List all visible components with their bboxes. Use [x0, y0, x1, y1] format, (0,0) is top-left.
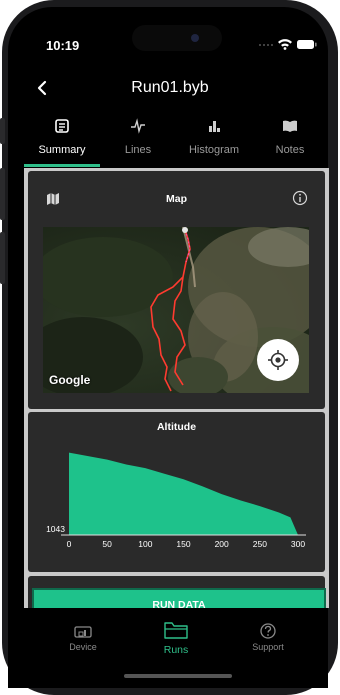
tab-lines-label: Lines: [124, 144, 152, 156]
folder-icon: [164, 622, 188, 639]
info-icon[interactable]: [292, 190, 308, 206]
wifi-icon: [278, 39, 292, 50]
x-tick-label: 200: [215, 539, 229, 549]
home-indicator: [124, 674, 232, 678]
y-tick-label: 1043: [46, 524, 65, 534]
altitude-card: Altitude 0 50 100 150 200 250 300 1043: [28, 412, 325, 572]
nav-device-label: Device: [69, 642, 97, 652]
help-icon: [260, 623, 276, 639]
tab-histogram[interactable]: Histogram: [178, 112, 250, 168]
tab-notes-label: Notes: [275, 144, 305, 156]
x-tick-label: 0: [67, 539, 72, 549]
tab-lines[interactable]: Lines: [102, 112, 174, 168]
device-icon: [74, 626, 92, 638]
volume-down-button: [0, 232, 5, 284]
x-tick-label: 250: [253, 539, 267, 549]
tab-histogram-label: Histogram: [188, 144, 240, 156]
crosshair-icon: [268, 350, 288, 370]
active-tab-indicator: [24, 164, 100, 167]
run-data-button[interactable]: RUN DATA: [32, 588, 326, 608]
status-icons: [258, 36, 318, 52]
tab-notes[interactable]: Notes: [254, 112, 326, 168]
book-icon: [283, 120, 297, 132]
volume-up-button: [0, 168, 5, 220]
dynamic-island: [132, 25, 222, 51]
nav-device[interactable]: Device: [53, 620, 113, 652]
map-card: Map Google: [28, 171, 325, 409]
nav-runs[interactable]: Runs: [146, 620, 206, 656]
nav-support-label: Support: [252, 642, 284, 652]
status-time: 10:19: [46, 38, 80, 53]
x-tick-label: 50: [102, 539, 112, 549]
locate-button[interactable]: [257, 339, 299, 381]
battery-icon: [297, 40, 317, 49]
x-tick-label: 150: [176, 539, 190, 549]
google-attribution: Google: [49, 373, 91, 387]
page-title: Run01.byb: [131, 79, 209, 96]
x-tick-label: 100: [138, 539, 152, 549]
tab-summary[interactable]: Summary: [26, 112, 98, 168]
nav-support[interactable]: Support: [238, 620, 298, 652]
mute-switch: [0, 118, 5, 144]
tab-bar: Summary Lines Histogram Notes: [24, 112, 324, 168]
x-tick-label: 300: [291, 539, 305, 549]
signal-icon: [259, 44, 273, 46]
tab-summary-label: Summary: [38, 144, 86, 156]
bar-chart-icon: [209, 121, 220, 132]
map-view[interactable]: Google: [43, 227, 309, 393]
altitude-chart: 0 50 100 150 200 250 300 1043: [46, 452, 306, 549]
nav-runs-label: Runs: [163, 644, 189, 656]
map-title: Map: [166, 193, 187, 205]
list-icon: [55, 119, 69, 133]
summary-content[interactable]: Map Google Altitude 0 50 100 150 200 250…: [24, 168, 329, 608]
pulse-icon: [131, 118, 145, 134]
altitude-area: [69, 452, 298, 535]
